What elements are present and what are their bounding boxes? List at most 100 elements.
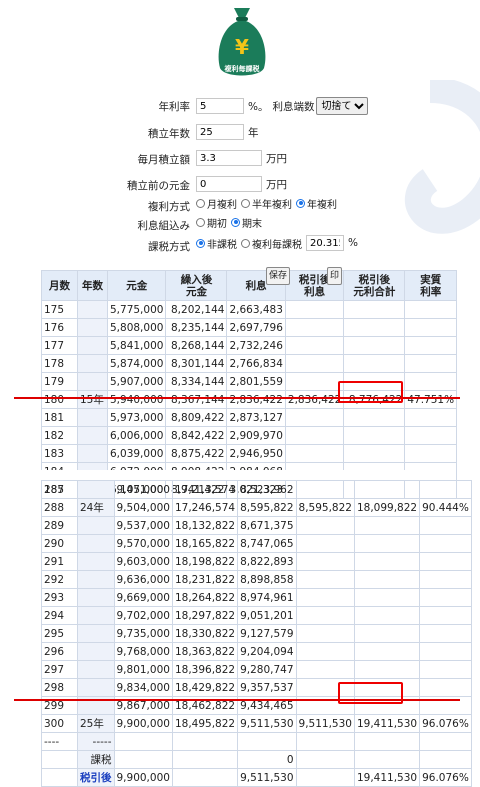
table-cell: 96.076% (419, 714, 472, 733)
rate-unit: %。 (248, 100, 269, 113)
compound-yearly-radio[interactable]: 年複利 (296, 196, 337, 211)
table-cell: 8,367,144 (165, 390, 228, 409)
table-cell: 294 (41, 606, 78, 625)
table-cell: 2,663,483 (226, 300, 286, 319)
tax-each-radio[interactable]: 複利毎課税 (241, 236, 302, 251)
table-cell (404, 372, 458, 391)
save-button[interactable]: 保存 (266, 267, 291, 285)
year25-total-highlight (338, 682, 403, 704)
table-cell: 8,595,822 (237, 498, 297, 517)
initial-input[interactable] (196, 176, 262, 192)
table-cell: 9,357,537 (237, 678, 297, 697)
table-cell (284, 408, 345, 427)
tax-rate-input[interactable] (306, 235, 344, 251)
table-cell: 5,874,000 (106, 354, 167, 373)
table-cell: 295 (41, 624, 78, 643)
monthly-input[interactable] (196, 150, 262, 166)
table-cell (113, 750, 173, 769)
table-cell: 9,603,000 (113, 552, 173, 571)
table-cell: 2,909,970 (226, 426, 286, 445)
timing-label: 利息組込み (137, 220, 191, 232)
table-cell (284, 426, 345, 445)
table-cell (295, 588, 355, 607)
table-cell (419, 732, 472, 751)
table-row: 295 9,735,000 18,330,822 9,127,579 (41, 624, 472, 643)
table-cell (77, 570, 115, 589)
table-cell (171, 732, 239, 751)
table-cell (419, 534, 472, 553)
table-cell: 9,768,000 (113, 642, 173, 661)
table-cell (77, 318, 108, 337)
year15-total-highlight (338, 381, 403, 403)
table-cell: 18,231,822 (171, 570, 239, 589)
table-cell (419, 678, 472, 697)
table-cell (404, 408, 458, 427)
table-cell: 293 (41, 588, 78, 607)
table-row: 176 5,808,000 8,235,144 2,697,796 (41, 318, 458, 337)
rounding-select[interactable]: 切捨て (316, 97, 369, 115)
table-cell (284, 300, 345, 319)
years-input[interactable] (196, 124, 244, 140)
table-cell: 8,235,144 (165, 318, 228, 337)
table-cell: 290 (41, 534, 78, 553)
tax-free-radio[interactable]: 非課税 (196, 236, 237, 251)
table-cell: 8,974,961 (237, 588, 297, 607)
table-cell: 9,900,000 (113, 714, 173, 733)
table-cell (41, 768, 78, 787)
table-row: 182 6,006,000 8,842,422 2,909,970 (41, 426, 458, 445)
header-year: 年数 (77, 270, 108, 301)
table-cell (353, 480, 421, 499)
print-button[interactable]: 印 (327, 267, 343, 285)
table-row: 177 5,841,000 8,268,144 2,732,246 (41, 336, 458, 355)
header-month: 月数 (41, 270, 78, 301)
table-cell (41, 750, 78, 769)
timing-end-radio[interactable]: 期末 (231, 215, 262, 230)
table-cell (237, 732, 297, 751)
initial-unit: 万円 (266, 178, 287, 191)
table-cell: 18,495,822 (171, 714, 239, 733)
table-cell: ---- (41, 732, 78, 751)
table-cell (419, 606, 472, 625)
table-row: 300 25年 9,900,000 18,495,822 9,511,530 9,511,… (41, 714, 472, 733)
table-row: 296 9,768,000 18,363,822 9,204,094 (41, 642, 472, 661)
table-cell (284, 444, 345, 463)
header-net-total: 税引後 元利合計 (343, 270, 406, 301)
svg-text:¥: ¥ (235, 35, 249, 59)
rate-input[interactable] (196, 98, 244, 114)
table-cell: 181 (41, 408, 78, 427)
table-cell: 19,411,530 (353, 714, 421, 733)
table-cell: 8,809,422 (165, 408, 228, 427)
table-cell: 8,842,422 (165, 426, 228, 445)
compound-halfyear-radio[interactable]: 半年複利 (241, 196, 292, 211)
table-cell (419, 624, 472, 643)
table-row: 291 9,603,000 18,198,822 8,822,893 (41, 552, 472, 571)
table-cell (77, 444, 108, 463)
table-cell (353, 606, 421, 625)
table-cell: 18,297,822 (171, 606, 239, 625)
table-cell (419, 552, 472, 571)
tax-rate-unit: % (348, 237, 358, 249)
results-table-bottom: 287 9,471,000 17,213,574 8,523,962 288 24年 9,5… (41, 480, 472, 787)
table-cell: 183 (41, 444, 78, 463)
initial-label: 積立前の元金 (127, 180, 190, 192)
table-cell (343, 354, 406, 373)
timing-start-radio[interactable]: 期初 (196, 215, 227, 230)
background-decoration (404, 80, 480, 234)
table-row: 293 9,669,000 18,264,822 8,974,961 (41, 588, 472, 607)
rate-label: 年利率 (158, 101, 191, 113)
table-cell (284, 372, 345, 391)
table-cell (353, 516, 421, 535)
table-cell (295, 534, 355, 553)
compound-monthly-radio[interactable]: 月複利 (196, 196, 237, 211)
table-cell: 9,504,000 (113, 498, 173, 517)
table-cell: 9,735,000 (113, 624, 173, 643)
table-cell (404, 300, 458, 319)
table-cell (295, 480, 355, 499)
table-cell (419, 480, 472, 499)
table-header-row: 月数 年数 元金 繰入後 元金 利息 税引後 利息 税引後 元利合計 実質 利率 (41, 270, 458, 301)
table-cell: 0 (237, 750, 297, 769)
table-cell: 300 (41, 714, 78, 733)
table-cell: 296 (41, 642, 78, 661)
header-real-rate: 実質 利率 (404, 270, 458, 301)
table-cell: 297 (41, 660, 78, 679)
